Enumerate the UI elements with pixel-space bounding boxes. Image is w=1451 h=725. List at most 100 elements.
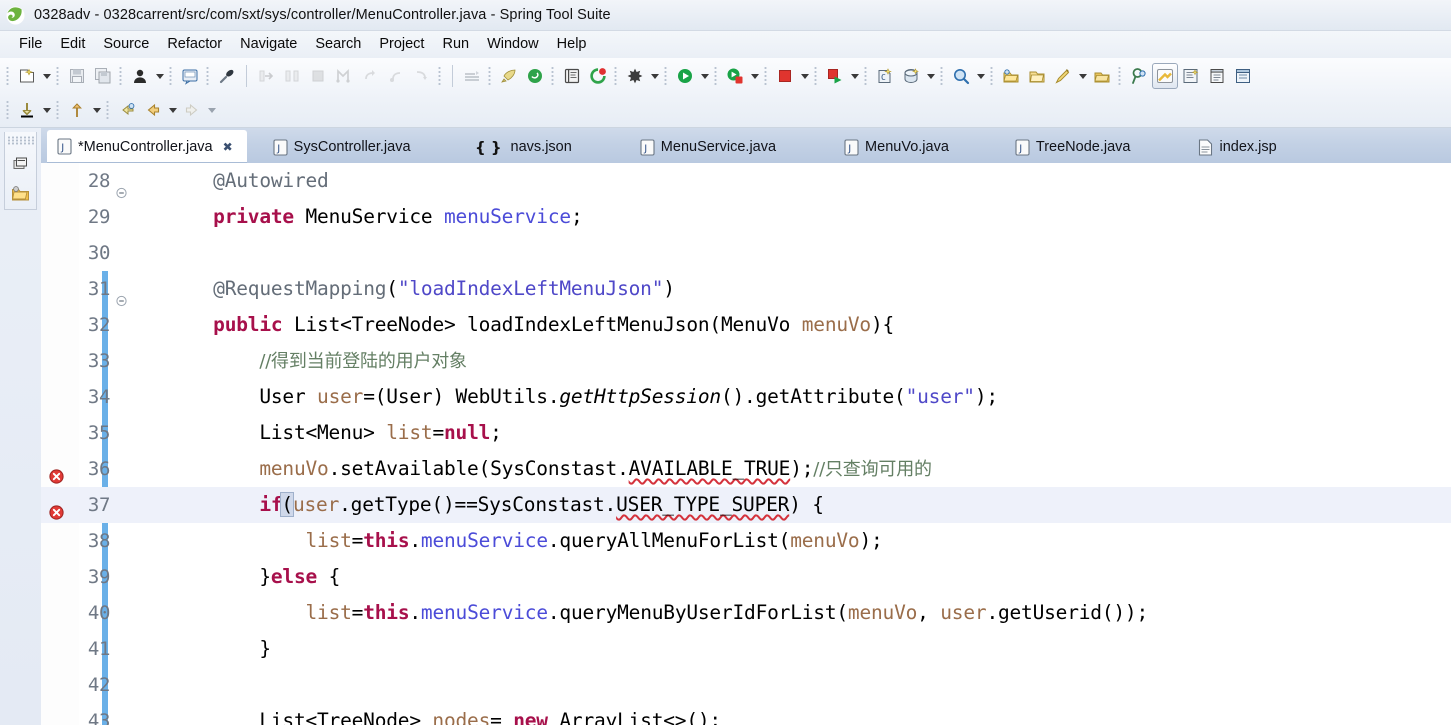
- java-perspective-icon[interactable]: [1152, 63, 1178, 89]
- new-wizard-dropdown-arrow[interactable]: [40, 63, 53, 89]
- toolbar-drag-handle[interactable]: [763, 65, 770, 87]
- code-line-text[interactable]: //得到当前登陆的用户对象: [157, 343, 1451, 380]
- code-line-text[interactable]: @Autowired: [157, 163, 1451, 199]
- java-editor[interactable]: 282930313233343536373839404142434445 @Au…: [41, 163, 1451, 725]
- code-line-text[interactable]: @RequestMapping("loadIndexLeftMenuJson"): [157, 271, 1451, 307]
- spring-explorer-icon[interactable]: [522, 63, 548, 89]
- code-row[interactable]: }: [157, 631, 1451, 667]
- code-row[interactable]: List<TreeNode> nodes= new ArrayList<>();: [157, 703, 1451, 725]
- toolbar-drag-handle[interactable]: [713, 65, 720, 87]
- forward-icon[interactable]: [179, 97, 205, 123]
- menu-edit[interactable]: Edit: [51, 34, 94, 55]
- gutter-row[interactable]: 37: [41, 487, 157, 523]
- user-account-icon[interactable]: [127, 63, 153, 89]
- code-line-text[interactable]: menuVo.setAvailable(SysConstast.AVAILABL…: [157, 451, 1451, 488]
- gutter-row[interactable]: 35: [41, 415, 157, 451]
- debug-icon[interactable]: [622, 63, 648, 89]
- toolbar-drag-handle[interactable]: [105, 99, 112, 121]
- refresh-spring-icon[interactable]: [585, 63, 611, 89]
- editor-gutter[interactable]: 282930313233343536373839404142434445: [41, 163, 157, 725]
- editor-tab-indexjsp[interactable]: index.jsp: [1188, 131, 1290, 163]
- code-line-text[interactable]: }: [157, 631, 1451, 667]
- code-line-text[interactable]: }else {: [157, 559, 1451, 595]
- new-java-class-icon[interactable]: C: [872, 63, 898, 89]
- run-icon[interactable]: [672, 63, 698, 89]
- forward-dropdown-arrow[interactable]: [205, 97, 218, 123]
- gutter-row[interactable]: 33: [41, 343, 157, 379]
- menu-source[interactable]: Source: [94, 34, 158, 55]
- editor-tab-menuservicejava[interactable]: J MenuService.java: [630, 131, 790, 163]
- code-line-text[interactable]: list=this.menuService.queryMenuByUserIdF…: [157, 595, 1451, 631]
- web-perspective-icon[interactable]: [1230, 63, 1256, 89]
- code-row[interactable]: }else {: [157, 559, 1451, 595]
- gutter-row[interactable]: 43: [41, 703, 157, 725]
- toolbar-drag-handle[interactable]: [989, 65, 996, 87]
- pin-editor-icon[interactable]: [1126, 63, 1152, 89]
- menu-project[interactable]: Project: [370, 34, 433, 55]
- search-dropdown-arrow[interactable]: [974, 63, 987, 89]
- toolbar-drag-handle[interactable]: [55, 99, 62, 121]
- quick-fix-dropdown-arrow[interactable]: [1076, 63, 1089, 89]
- menu-run[interactable]: Run: [433, 34, 478, 55]
- code-row[interactable]: list=this.menuService.queryAllMenuForLis…: [157, 523, 1451, 559]
- gutter-row[interactable]: 36: [41, 451, 157, 487]
- code-line-text[interactable]: list=this.menuService.queryAllMenuForLis…: [157, 523, 1451, 559]
- code-line-text[interactable]: List<Menu> list=null;: [157, 415, 1451, 451]
- code-line-text[interactable]: List<TreeNode> nodes= new ArrayList<>();: [157, 703, 1451, 725]
- editor-tab-navsjson[interactable]: { } navs.json: [465, 131, 586, 163]
- boot-dash-icon[interactable]: [496, 63, 522, 89]
- save-all-icon[interactable]: [90, 63, 116, 89]
- boot-dashboard-fastview-icon[interactable]: [9, 182, 33, 204]
- gutter-row[interactable]: 29: [41, 199, 157, 235]
- toolbar-drag-handle[interactable]: [813, 65, 820, 87]
- external-tools-icon[interactable]: [822, 63, 848, 89]
- toolbar-drag-handle[interactable]: [5, 99, 12, 121]
- menu-file[interactable]: File: [10, 34, 51, 55]
- stop-icon[interactable]: [772, 63, 798, 89]
- search-icon[interactable]: [948, 63, 974, 89]
- package-explorer-fastview-icon[interactable]: [9, 153, 33, 175]
- toolbar-drag-handle[interactable]: [863, 65, 870, 87]
- open-type-icon[interactable]: [559, 63, 585, 89]
- code-row[interactable]: List<Menu> list=null;: [157, 415, 1451, 451]
- open-perspective-icon[interactable]: [998, 63, 1024, 89]
- fast-view-drag-handle[interactable]: [7, 136, 34, 145]
- package-explorer-perspective-icon[interactable]: [1204, 63, 1230, 89]
- debug-dropdown-arrow[interactable]: [648, 63, 661, 89]
- code-row[interactable]: public List<TreeNode> loadIndexLeftMenuJ…: [157, 307, 1451, 343]
- external-tools-dropdown-arrow[interactable]: [848, 63, 861, 89]
- editor-tab-menuvojava[interactable]: J MenuVo.java: [834, 131, 963, 163]
- menu-refactor[interactable]: Refactor: [158, 34, 231, 55]
- new-terminal-icon[interactable]: [177, 63, 203, 89]
- fold-collapse-icon[interactable]: [116, 176, 127, 199]
- code-row[interactable]: @RequestMapping("loadIndexLeftMenuJson"): [157, 271, 1451, 307]
- menu-search[interactable]: Search: [306, 34, 370, 55]
- code-row[interactable]: //得到当前登陆的用户对象: [157, 343, 1451, 379]
- toolbar-drag-handle[interactable]: [118, 65, 125, 87]
- code-row[interactable]: list=this.menuService.queryMenuByUserIdF…: [157, 595, 1451, 631]
- code-row[interactable]: menuVo.setAvailable(SysConstast.AVAILABL…: [157, 451, 1451, 487]
- editor-tab-menucontrollerjava[interactable]: J *MenuController.java ✖: [47, 130, 247, 163]
- quick-access-icon[interactable]: [214, 63, 240, 89]
- back-dropdown-arrow[interactable]: [166, 97, 179, 123]
- code-row[interactable]: @Autowired: [157, 163, 1451, 199]
- gutter-row[interactable]: 40: [41, 595, 157, 631]
- last-edit-location-icon[interactable]: [114, 97, 140, 123]
- gutter-row[interactable]: 31: [41, 271, 157, 307]
- gutter-row[interactable]: 34: [41, 379, 157, 415]
- toolbar-drag-handle[interactable]: [5, 65, 12, 87]
- toolbar-drag-handle[interactable]: [437, 65, 444, 87]
- run-as-server-icon[interactable]: [722, 63, 748, 89]
- gutter-row[interactable]: 41: [41, 631, 157, 667]
- new-java-package-icon[interactable]: [898, 63, 924, 89]
- toolbar-drag-handle[interactable]: [55, 65, 62, 87]
- error-marker-icon[interactable]: [49, 461, 65, 484]
- menu-help[interactable]: Help: [548, 34, 596, 55]
- run-dropdown-arrow[interactable]: [698, 63, 711, 89]
- code-row[interactable]: if(user.getType()==SysConstast.USER_TYPE…: [157, 487, 1451, 523]
- error-marker-icon[interactable]: [49, 497, 65, 520]
- toolbar-drag-handle[interactable]: [939, 65, 946, 87]
- toolbar-drag-handle[interactable]: [663, 65, 670, 87]
- new-wizard-icon[interactable]: [14, 63, 40, 89]
- toolbar-drag-handle[interactable]: [168, 65, 175, 87]
